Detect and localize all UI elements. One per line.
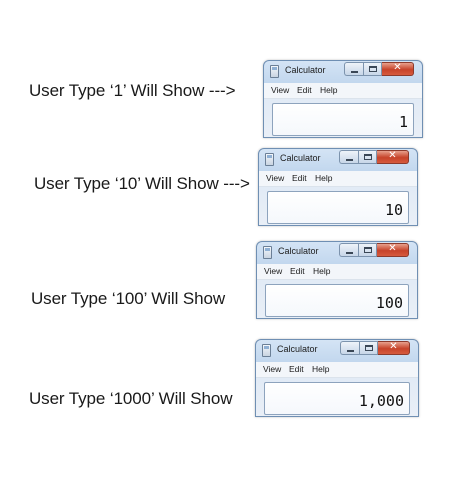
menu-bar: View Edit Help (256, 362, 418, 378)
maximize-icon (369, 66, 377, 72)
minimize-icon (347, 350, 354, 352)
maximize-button[interactable] (358, 243, 377, 257)
maximize-icon (365, 345, 373, 351)
menu-view[interactable]: View (264, 266, 282, 276)
minimize-icon (351, 71, 358, 73)
menu-view[interactable]: View (271, 85, 289, 95)
display-field: 1,000 (264, 382, 410, 415)
window-title: Calculator (285, 65, 326, 75)
display-field: 10 (267, 191, 409, 224)
close-icon: ✕ (388, 150, 397, 161)
calculator-window-1: Calculator ✕ View Edit Help 1 (263, 60, 423, 138)
close-button[interactable]: ✕ (378, 341, 410, 355)
window-title: Calculator (280, 153, 321, 163)
caption-row-4: User Type ‘1000’ Will Show (29, 389, 233, 408)
menu-edit[interactable]: Edit (290, 266, 305, 276)
maximize-button[interactable] (363, 62, 382, 76)
maximize-button[interactable] (358, 150, 377, 164)
calculator-window-3: Calculator ✕ View Edit Help 100 (256, 241, 418, 319)
window-controls: ✕ (344, 62, 414, 77)
calculator-window-4: Calculator ✕ View Edit Help 1,000 (255, 339, 419, 417)
title-bar[interactable]: Calculator ✕ (257, 242, 417, 264)
window-title: Calculator (277, 344, 318, 354)
maximize-icon (364, 154, 372, 160)
title-bar[interactable]: Calculator ✕ (264, 61, 422, 83)
close-button[interactable]: ✕ (382, 62, 414, 76)
window-controls: ✕ (340, 341, 410, 356)
calculator-window-2: Calculator ✕ View Edit Help 10 (258, 148, 418, 226)
close-icon: ✕ (388, 243, 397, 254)
menu-bar: View Edit Help (259, 171, 417, 187)
display-value: 1 (398, 113, 408, 131)
menu-edit[interactable]: Edit (292, 173, 307, 183)
display-field: 1 (272, 103, 414, 136)
menu-help[interactable]: Help (313, 266, 330, 276)
close-icon: ✕ (393, 62, 402, 73)
menu-help[interactable]: Help (312, 364, 329, 374)
display-field: 100 (265, 284, 409, 317)
title-bar[interactable]: Calculator ✕ (259, 149, 417, 171)
calculator-icon (270, 65, 279, 78)
window-controls: ✕ (339, 150, 409, 165)
maximize-icon (364, 247, 372, 253)
menu-view[interactable]: View (263, 364, 281, 374)
display-value: 10 (384, 201, 403, 219)
menu-help[interactable]: Help (315, 173, 332, 183)
menu-bar: View Edit Help (257, 264, 417, 280)
minimize-icon (346, 159, 353, 161)
caption-row-2: User Type ‘10’ Will Show ---> (34, 174, 250, 193)
minimize-button[interactable] (339, 150, 358, 164)
close-button[interactable]: ✕ (377, 150, 409, 164)
caption-row-3: User Type ‘100’ Will Show (31, 289, 226, 308)
window-title: Calculator (278, 246, 319, 256)
minimize-icon (346, 252, 353, 254)
calculator-icon (262, 344, 271, 357)
display-value: 100 (375, 294, 403, 312)
close-icon: ✕ (389, 341, 398, 352)
maximize-button[interactable] (359, 341, 378, 355)
minimize-button[interactable] (344, 62, 363, 76)
close-button[interactable]: ✕ (377, 243, 409, 257)
menu-bar: View Edit Help (264, 83, 422, 99)
window-controls: ✕ (339, 243, 409, 258)
menu-help[interactable]: Help (320, 85, 337, 95)
calculator-icon (265, 153, 274, 166)
display-value: 1,000 (358, 392, 404, 410)
minimize-button[interactable] (340, 341, 359, 355)
title-bar[interactable]: Calculator ✕ (256, 340, 418, 362)
minimize-button[interactable] (339, 243, 358, 257)
menu-edit[interactable]: Edit (289, 364, 304, 374)
caption-row-1: User Type ‘1’ Will Show ---> (29, 81, 236, 100)
menu-edit[interactable]: Edit (297, 85, 312, 95)
menu-view[interactable]: View (266, 173, 284, 183)
calculator-icon (263, 246, 272, 259)
